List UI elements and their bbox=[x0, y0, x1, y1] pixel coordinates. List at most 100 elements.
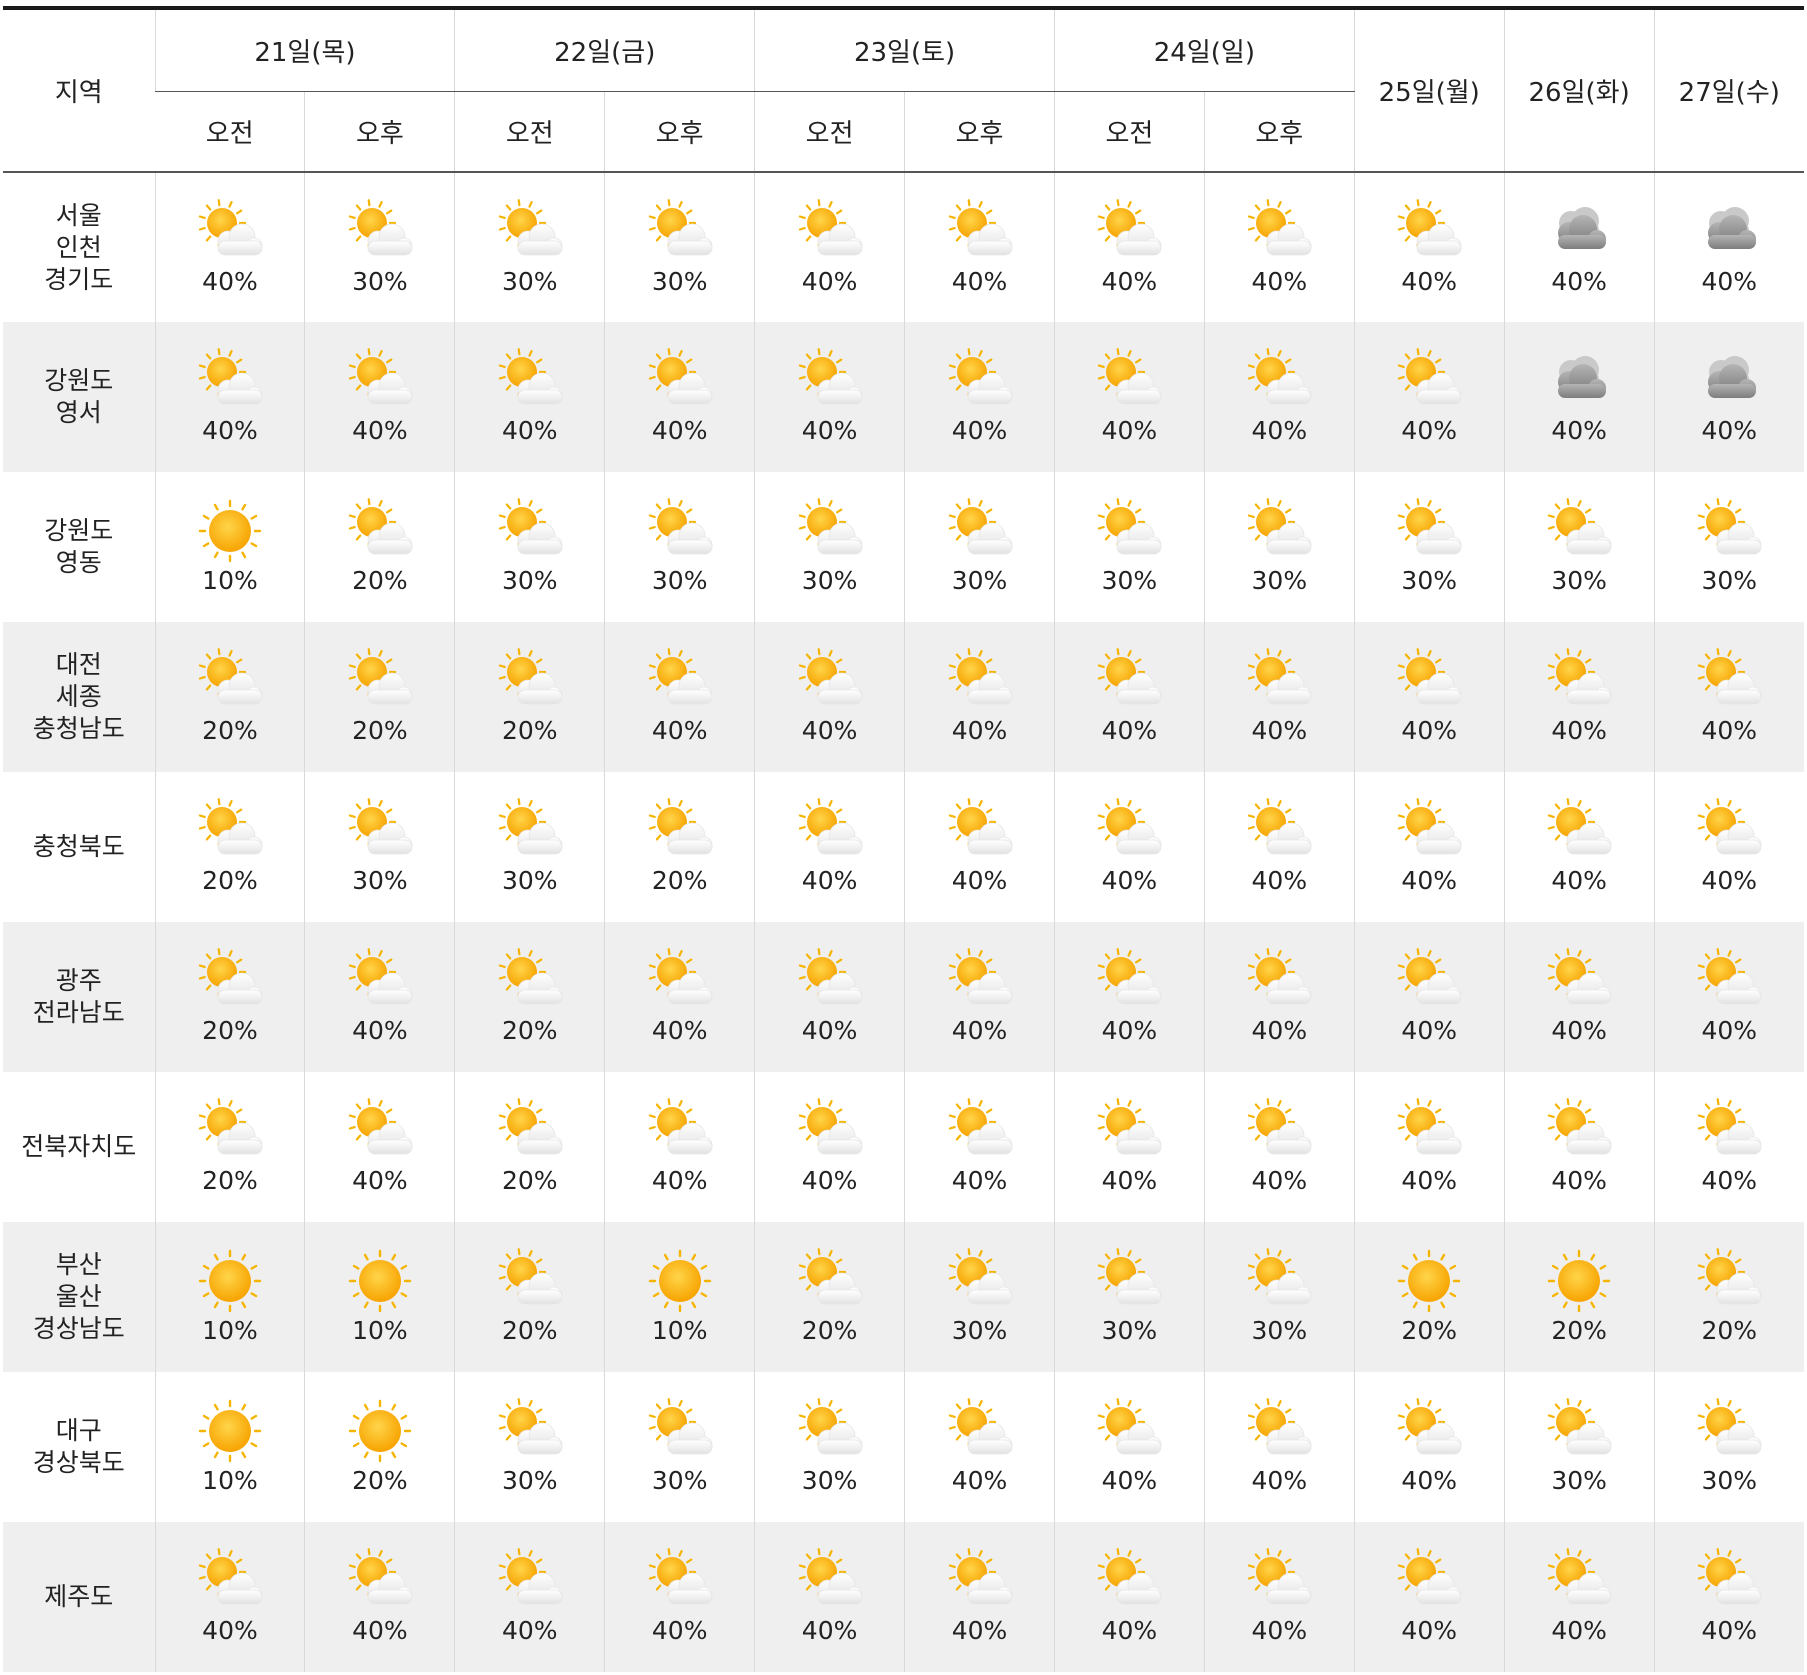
forecast-cell: 20% bbox=[1503, 1222, 1655, 1372]
precip-probability: 40% bbox=[1101, 416, 1158, 445]
table-row: 충청북도 20% 30% 30% 20% 40% 40% 40% 40% 40%… bbox=[3, 772, 1804, 922]
partly-cloudy-icon bbox=[942, 498, 1018, 564]
forecast-cell: 40% bbox=[904, 922, 1055, 1072]
sunny-icon bbox=[192, 498, 268, 564]
forecast-cell: 20% bbox=[304, 622, 455, 772]
forecast-cell: 40% bbox=[904, 322, 1055, 472]
weekly-forecast-table: 지역 21일(목) 22일(금) 23일(토) 24일(일) 25일(월) 26일(화) 2… bbox=[3, 6, 1804, 1672]
precip-probability: 40% bbox=[651, 1016, 708, 1045]
forecast-cell: 40% bbox=[1353, 1522, 1505, 1672]
forecast-cell: 40% bbox=[1503, 172, 1655, 322]
partly-cloudy-icon bbox=[942, 1398, 1018, 1464]
partly-cloudy-icon bbox=[1391, 348, 1467, 414]
partly-cloudy-icon bbox=[342, 1548, 418, 1614]
partly-cloudy-icon bbox=[192, 348, 268, 414]
date-header-3: 23일(토) bbox=[754, 8, 1055, 92]
forecast-cell: 40% bbox=[904, 172, 1055, 322]
precip-probability: 30% bbox=[501, 566, 558, 595]
forecast-cell: 40% bbox=[1503, 322, 1655, 472]
table-header: 지역 21일(목) 22일(금) 23일(토) 24일(일) 25일(월) 26일(화) 2… bbox=[3, 8, 1804, 173]
date-header-2: 22일(금) bbox=[454, 8, 755, 92]
precip-probability: 30% bbox=[801, 566, 858, 595]
region-name-line: 인천 bbox=[55, 232, 102, 262]
partly-cloudy-icon bbox=[792, 1248, 868, 1314]
precip-probability: 20% bbox=[1551, 1316, 1607, 1345]
precip-probability: 40% bbox=[202, 1616, 258, 1645]
precip-probability: 40% bbox=[1101, 866, 1158, 895]
forecast-cell: 20% bbox=[304, 1372, 455, 1522]
forecast-cell: 40% bbox=[904, 1372, 1055, 1522]
precip-probability: 40% bbox=[801, 716, 858, 745]
region-name: 대구 경상북도 bbox=[3, 1372, 155, 1522]
forecast-cell: 40% bbox=[1203, 1072, 1355, 1222]
precip-probability: 30% bbox=[1551, 566, 1607, 595]
region-name-line: 영서 bbox=[55, 398, 102, 427]
partly-cloudy-icon bbox=[1541, 1098, 1617, 1164]
partly-cloudy-icon bbox=[1091, 798, 1167, 864]
forecast-cell: 40% bbox=[1053, 322, 1205, 472]
partly-cloudy-icon bbox=[492, 948, 568, 1014]
partly-cloudy-icon bbox=[942, 798, 1018, 864]
forecast-cell: 40% bbox=[604, 1522, 755, 1672]
sunny-icon bbox=[342, 1398, 418, 1464]
precip-probability: 40% bbox=[1251, 266, 1308, 296]
forecast-cell: 40% bbox=[604, 922, 755, 1072]
precip-probability: 40% bbox=[1701, 866, 1758, 895]
precip-probability: 40% bbox=[1101, 266, 1158, 296]
partly-cloudy-icon bbox=[642, 1398, 718, 1464]
date-header-1: 21일(목) bbox=[154, 8, 455, 92]
forecast-cell: 40% bbox=[1053, 622, 1205, 772]
partly-cloudy-icon bbox=[642, 348, 718, 414]
precip-probability: 40% bbox=[1401, 1016, 1457, 1045]
partly-cloudy-icon bbox=[1541, 1398, 1617, 1464]
partly-cloudy-icon bbox=[1691, 1248, 1767, 1314]
precip-probability: 40% bbox=[1551, 1616, 1607, 1645]
precip-probability: 10% bbox=[202, 1316, 258, 1345]
forecast-cell: 40% bbox=[1653, 172, 1804, 322]
region-name-line: 제주도 bbox=[44, 1582, 114, 1611]
forecast-cell: 40% bbox=[754, 322, 905, 472]
precip-probability: 40% bbox=[801, 416, 858, 445]
precip-probability: 40% bbox=[651, 1616, 708, 1645]
region-name-line: 서울 bbox=[55, 200, 102, 230]
precip-probability: 40% bbox=[951, 866, 1008, 895]
region-name: 충청북도 bbox=[3, 772, 155, 922]
sunny-icon bbox=[1391, 1248, 1467, 1314]
table-row: 강원도 영서 40% 40% 40% 40% 40% 40% 40% 40% 40… bbox=[3, 322, 1804, 472]
partly-cloudy-icon bbox=[1691, 1548, 1767, 1614]
precip-probability: 40% bbox=[951, 416, 1008, 445]
partly-cloudy-icon bbox=[1391, 648, 1467, 714]
precip-probability: 30% bbox=[1701, 566, 1758, 595]
overcast-icon bbox=[1541, 348, 1617, 414]
precip-probability: 40% bbox=[1251, 866, 1308, 895]
sunny-icon bbox=[342, 1248, 418, 1314]
precip-probability: 20% bbox=[651, 866, 708, 895]
precip-probability: 40% bbox=[651, 1166, 708, 1195]
forecast-cell: 40% bbox=[454, 322, 605, 472]
forecast-cell: 40% bbox=[1053, 172, 1205, 322]
forecast-cell: 30% bbox=[454, 1372, 605, 1522]
partly-cloudy-icon bbox=[1241, 948, 1317, 1014]
forecast-cell: 40% bbox=[754, 1522, 905, 1672]
forecast-cell: 40% bbox=[1053, 1072, 1205, 1222]
forecast-cell: 30% bbox=[1503, 1372, 1655, 1522]
am-header: 오전 bbox=[454, 91, 605, 173]
region-name: 광주 전라남도 bbox=[3, 922, 155, 1072]
partly-cloudy-icon bbox=[1091, 1248, 1167, 1314]
region-name-line: 대전 bbox=[55, 650, 102, 679]
partly-cloudy-icon bbox=[192, 798, 268, 864]
precip-probability: 40% bbox=[951, 1016, 1008, 1045]
overcast-icon bbox=[1691, 348, 1767, 414]
partly-cloudy-icon bbox=[492, 198, 568, 265]
partly-cloudy-icon bbox=[1391, 1548, 1467, 1614]
forecast-cell: 40% bbox=[1353, 772, 1505, 922]
partly-cloudy-icon bbox=[792, 1098, 868, 1164]
partly-cloudy-icon bbox=[1091, 1548, 1167, 1614]
forecast-cell: 30% bbox=[1053, 472, 1205, 622]
forecast-cell: 40% bbox=[1353, 1072, 1505, 1222]
precip-probability: 40% bbox=[1401, 716, 1457, 745]
precip-probability: 40% bbox=[1101, 1466, 1158, 1495]
precip-probability: 40% bbox=[1251, 716, 1308, 745]
precip-probability: 40% bbox=[202, 416, 258, 445]
partly-cloudy-icon bbox=[942, 1548, 1018, 1614]
